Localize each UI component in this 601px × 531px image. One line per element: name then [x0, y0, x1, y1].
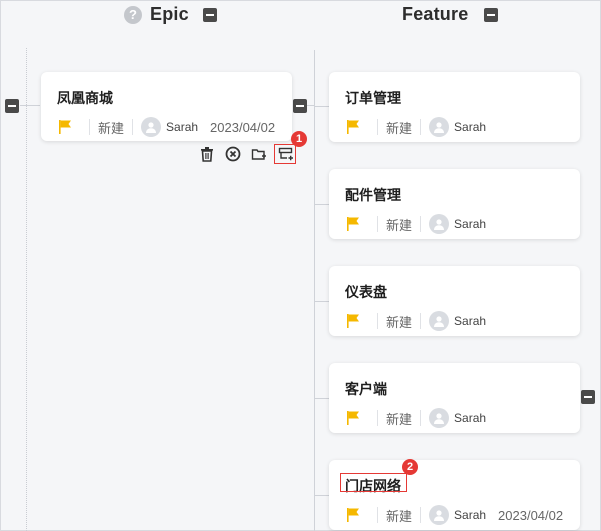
feature-card-title[interactable]: 客户端	[345, 379, 387, 399]
assignee-name[interactable]: Sarah	[454, 411, 486, 425]
feature-connector-5	[314, 495, 330, 496]
status-label[interactable]: 新建	[386, 118, 412, 137]
feature-tree-line	[314, 50, 315, 531]
assignee-name[interactable]: Sarah	[166, 120, 198, 134]
assignee-name[interactable]: Sarah	[454, 314, 486, 328]
status-label[interactable]: 新建	[386, 215, 412, 234]
due-date[interactable]: 2023/04/02	[210, 120, 275, 135]
divider	[420, 507, 422, 523]
epic-node-collapse-icon[interactable]	[293, 99, 307, 113]
divider	[377, 119, 378, 135]
left-collapse-icon[interactable]	[5, 99, 19, 113]
status-label[interactable]: 新建	[386, 506, 412, 525]
add-child-icon[interactable]	[250, 145, 268, 163]
flag-icon	[347, 217, 359, 231]
feature-card-title[interactable]: 配件管理	[345, 185, 401, 205]
feature-card-meta: 新建 Sarah	[345, 213, 498, 235]
feature-card-title[interactable]: 仪表盘	[345, 282, 387, 302]
epic-column-header: ? Epic	[124, 4, 217, 25]
feature-card[interactable]: 订单管理 新建 Sarah	[329, 72, 580, 142]
feature-card[interactable]: 仪表盘 新建 Sarah	[329, 266, 580, 336]
feature-card-meta: 新建 Sarah	[345, 407, 498, 429]
avatar	[429, 408, 450, 428]
feature-connector-3	[314, 301, 330, 302]
status-label[interactable]: 新建	[386, 312, 412, 331]
feature-card-meta: 新建 Sarah	[345, 116, 498, 138]
callout-highlight-2	[340, 473, 407, 492]
feature-card[interactable]: 配件管理 新建 Sarah	[329, 169, 580, 239]
callout-highlight-1	[274, 144, 296, 164]
callout-badge-2: 2	[402, 459, 418, 475]
divider	[420, 313, 422, 329]
flag-icon	[347, 120, 359, 134]
feature-card[interactable]: 客户端 新建 Sarah	[329, 363, 580, 433]
epic-connector	[20, 105, 40, 106]
divider	[132, 119, 134, 135]
divider	[420, 216, 422, 232]
callout-badge-1: 1	[291, 131, 307, 147]
status-label[interactable]: 新建	[386, 409, 412, 428]
epic-guide-line	[26, 48, 27, 531]
divider	[377, 507, 378, 523]
close-circle-icon[interactable]	[224, 145, 242, 163]
assignee-name[interactable]: Sarah	[454, 508, 486, 522]
due-date[interactable]: 2023/04/02	[498, 508, 563, 523]
status-label[interactable]: 新建	[98, 118, 124, 137]
divider	[377, 216, 378, 232]
feature-card-title[interactable]: 订单管理	[345, 88, 401, 108]
assignee-name[interactable]: Sarah	[454, 217, 486, 231]
epic-card[interactable]: 凤凰商城 新建 Sarah 2023/04/02	[41, 72, 292, 141]
epic-card-meta: 新建 Sarah 2023/04/02	[57, 116, 275, 138]
avatar	[429, 214, 450, 234]
feature-connector-2	[314, 204, 330, 205]
epic-card-title[interactable]: 凤凰商城	[57, 88, 113, 108]
divider	[377, 410, 378, 426]
divider	[89, 119, 90, 135]
feature-connector-1	[314, 106, 330, 107]
feature-card[interactable]: 门店网络 新建 Sarah 2023/04/02	[329, 460, 580, 530]
feature-column-header: Feature	[402, 4, 499, 25]
avatar	[429, 117, 450, 137]
avatar	[141, 117, 162, 137]
divider	[420, 410, 422, 426]
question-circle-icon[interactable]: ?	[124, 5, 142, 24]
feature-card-meta: 新建 Sarah 2023/04/02	[345, 504, 563, 526]
feature-card-meta: 新建 Sarah	[345, 310, 498, 332]
flag-icon	[347, 314, 359, 328]
trash-icon[interactable]	[198, 145, 216, 163]
assignee-name[interactable]: Sarah	[454, 120, 486, 134]
avatar	[429, 311, 450, 331]
flag-icon	[59, 120, 71, 134]
flag-icon	[347, 508, 359, 522]
divider	[420, 119, 422, 135]
feature-node-collapse-icon[interactable]	[581, 390, 595, 404]
flag-icon	[347, 411, 359, 425]
feature-column-title: Feature	[402, 4, 469, 24]
epic-column-title: Epic	[150, 4, 189, 24]
divider	[377, 313, 378, 329]
feature-column-collapse-icon[interactable]	[484, 7, 499, 22]
feature-connector-4	[314, 398, 330, 399]
avatar	[429, 505, 450, 525]
epic-column-collapse-icon[interactable]	[202, 7, 217, 22]
